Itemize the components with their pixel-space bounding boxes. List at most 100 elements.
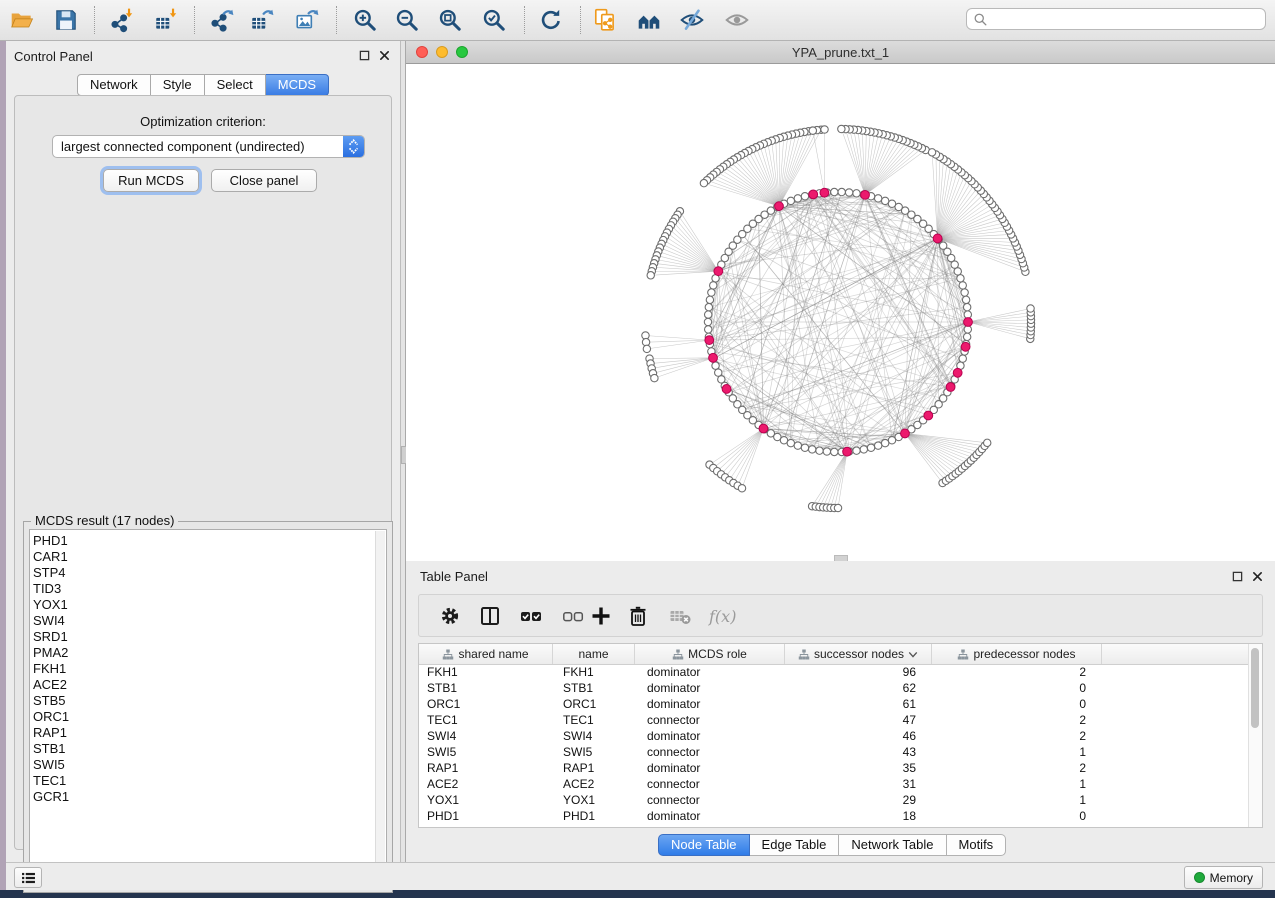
tab-node-table[interactable]: Node Table [658,834,750,856]
mcds-result-item[interactable]: STB1 [33,741,374,757]
tab-edge-table[interactable]: Edge Table [750,834,840,856]
table-tabs: Node TableEdge TableNetwork TableMotifs [658,834,1006,856]
mcds-result-item[interactable]: STB5 [33,693,374,709]
save-session-icon[interactable] [53,7,79,33]
mcds-result-item[interactable]: ORC1 [33,709,374,725]
memory-button-label: Memory [1210,871,1253,885]
criterion-select[interactable]: largest connected component (undirected) [52,135,365,158]
deselect-all-checkboxes-icon[interactable] [561,604,585,628]
open-file-icon[interactable] [9,7,35,33]
zoom-in-icon[interactable] [352,7,378,33]
tab-network[interactable]: Network [77,74,151,96]
table-row[interactable]: TEC1TEC1connector472 [419,712,1249,728]
table-row[interactable]: ORC1ORC1dominator610 [419,696,1249,712]
network-graph[interactable] [406,64,1275,561]
mcds-result-listbox[interactable]: PHD1CAR1STP4TID3YOX1SWI4SRD1PMA2FKH1ACE2… [29,529,387,887]
create-column-icon[interactable] [589,604,613,628]
toolbar-separator [580,6,581,34]
zoom-selected-icon[interactable] [481,7,507,33]
column-header-MCDS-role[interactable]: MCDS role [635,644,785,664]
table-cell: dominator [635,696,785,712]
task-history-button[interactable] [14,867,42,888]
mcds-result-item[interactable]: TID3 [33,581,374,597]
zoom-fit-icon[interactable] [437,7,463,33]
tab-motifs[interactable]: Motifs [947,834,1007,856]
table-cell: RAP1 [553,760,635,776]
show-columns-icon[interactable] [478,604,502,628]
table-cell: 2 [932,760,1102,776]
table-cell: ACE2 [553,776,635,792]
table-row[interactable]: PHD1PHD1dominator180 [419,808,1249,824]
scrollbar-thumb[interactable] [1251,648,1259,728]
table-scrollbar[interactable] [1248,644,1262,827]
close-icon[interactable] [1252,571,1263,582]
mcds-result-item[interactable]: ACE2 [33,677,374,693]
mcds-result-item[interactable]: FKH1 [33,661,374,677]
table-row[interactable]: FKH1FKH1dominator962 [419,664,1249,680]
memory-button[interactable]: Memory [1184,866,1263,889]
export-network-icon[interactable] [209,7,235,33]
search-box[interactable] [966,8,1266,30]
new-network-from-selection-icon[interactable] [592,7,618,33]
table-row[interactable]: SWI5SWI5connector431 [419,744,1249,760]
export-image-icon[interactable] [294,7,320,33]
table-row[interactable]: STB1STB1dominator620 [419,680,1249,696]
mcds-result-item[interactable]: STP4 [33,565,374,581]
mcds-result-item[interactable]: PMA2 [33,645,374,661]
result-scrollbar[interactable] [375,531,385,885]
mcds-result-item[interactable]: YOX1 [33,597,374,613]
tab-select[interactable]: Select [205,74,266,96]
table-cell: 43 [785,744,932,760]
refresh-icon[interactable] [538,7,564,33]
table-row[interactable]: SWI4SWI4dominator462 [419,728,1249,744]
table-cell: 2 [932,664,1102,680]
tab-network-table[interactable]: Network Table [839,834,946,856]
table-panel: Table Panel f(x) shared namenameMCDS rol… [406,561,1275,862]
run-mcds-button[interactable]: Run MCDS [103,169,199,192]
column-header-predecessor-nodes[interactable]: predecessor nodes [932,644,1102,664]
control-panel: Control Panel NetworkStyleSelectMCDS Opt… [6,41,400,862]
delete-columns-icon[interactable] [626,604,650,628]
select-all-checkboxes-icon[interactable] [519,604,543,628]
zoom-out-icon[interactable] [394,7,420,33]
table-cell: 1 [932,792,1102,808]
close-panel-button[interactable]: Close panel [211,169,317,192]
table-mode-gear-icon[interactable] [438,604,462,628]
float-icon[interactable] [1232,571,1243,582]
mcds-result-item[interactable]: PHD1 [33,533,374,549]
mcds-result-item[interactable]: TEC1 [33,773,374,789]
show-all-icon[interactable] [724,7,750,33]
table-cell: 18 [785,808,932,824]
mcds-result-item[interactable]: RAP1 [33,725,374,741]
import-network-icon[interactable] [109,7,135,33]
table-cell: STB1 [419,680,553,696]
first-neighbors-icon[interactable] [636,7,662,33]
tab-mcds[interactable]: MCDS [266,74,329,96]
import-table-icon[interactable] [153,7,179,33]
column-header-successor-nodes[interactable]: successor nodes [785,644,932,664]
mcds-result-item[interactable]: SWI5 [33,757,374,773]
export-table-icon[interactable] [249,7,275,33]
close-icon[interactable] [379,50,390,61]
tab-style[interactable]: Style [151,74,205,96]
table-row[interactable]: YOX1YOX1connector291 [419,792,1249,808]
search-input[interactable] [988,11,1265,27]
float-icon[interactable] [359,50,370,61]
mcds-result-item[interactable]: GCR1 [33,789,374,805]
column-type-icon [442,649,454,660]
network-canvas[interactable] [406,64,1275,561]
table-cell: ORC1 [419,696,553,712]
mcds-result-group: MCDS result (17 nodes) PHD1CAR1STP4TID3Y… [23,521,393,893]
table-cell: SWI4 [419,728,553,744]
hide-selected-icon[interactable] [679,7,705,33]
column-header-name[interactable]: name [553,644,635,664]
mcds-result-item[interactable]: SWI4 [33,613,374,629]
mcds-result-item[interactable]: SRD1 [33,629,374,645]
network-window-title: YPA_prune.txt_1 [406,45,1275,60]
column-header-shared-name[interactable]: shared name [419,644,553,664]
network-window-titlebar[interactable]: YPA_prune.txt_1 [406,41,1275,64]
table-cell: PHD1 [419,808,553,824]
table-row[interactable]: RAP1RAP1dominator352 [419,760,1249,776]
mcds-result-item[interactable]: CAR1 [33,549,374,565]
table-row[interactable]: ACE2ACE2connector311 [419,776,1249,792]
